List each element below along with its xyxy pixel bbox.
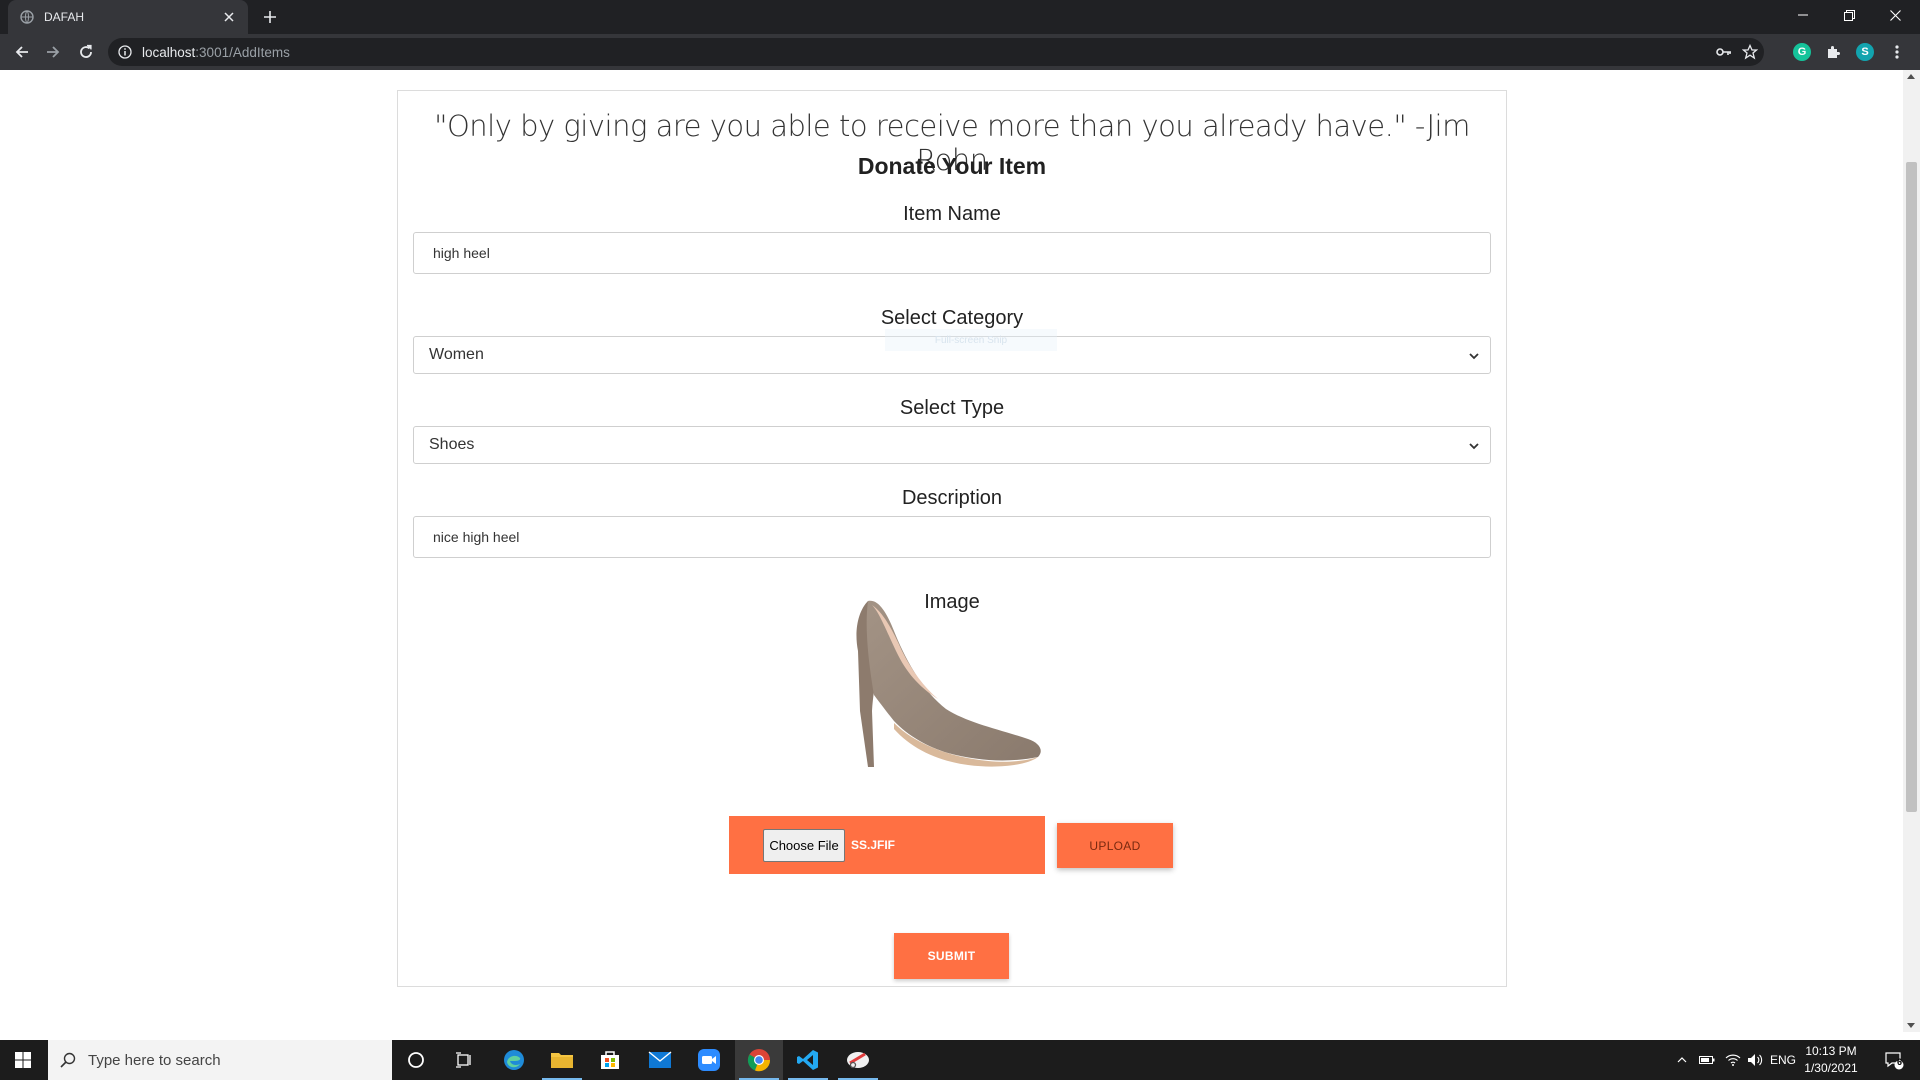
category-selected-value: Women (429, 346, 484, 363)
profile-avatar[interactable]: S (1854, 41, 1876, 63)
wifi-icon[interactable] (1722, 1040, 1744, 1080)
chevron-down-icon (1469, 353, 1479, 360)
notification-center-icon[interactable]: 6 (1874, 1040, 1914, 1080)
taskbar-search-input[interactable]: Type here to search (48, 1040, 392, 1080)
language-indicator[interactable]: ENG (1768, 1040, 1798, 1080)
cortana-icon[interactable] (392, 1040, 440, 1080)
windows-taskbar: Type here to search ENG 10:13 PM 1/30/20… (0, 1040, 1920, 1080)
item-name-input[interactable]: high heel (413, 232, 1491, 274)
page-viewport: "Only by giving are you able to receive … (0, 70, 1920, 1032)
mail-icon[interactable] (636, 1040, 684, 1080)
tab-close-icon[interactable] (220, 8, 238, 26)
page-title: Donate Your Item (857, 153, 1047, 179)
bookmark-star-icon[interactable] (1742, 44, 1758, 60)
url-path: :3001/AddItems (195, 45, 290, 60)
extensions-puzzle-icon[interactable] (1822, 41, 1844, 63)
snip-sketch-icon[interactable] (834, 1040, 882, 1080)
description-input[interactable]: nice high heel (413, 516, 1491, 558)
donate-form-card: "Only by giving are you able to receive … (397, 90, 1507, 987)
tray-chevron-up-icon[interactable] (1672, 1040, 1692, 1080)
scroll-down-icon[interactable] (1907, 1023, 1915, 1028)
page-scrollbar[interactable] (1903, 70, 1920, 1032)
windows-start-icon[interactable] (0, 1040, 46, 1080)
snip-overlay: Full-screen Snip (885, 329, 1057, 351)
address-bar[interactable]: localhost:3001/AddItems (108, 38, 1764, 66)
tab-title: DAFAH (44, 10, 85, 24)
item-name-label: Item Name (903, 203, 1001, 225)
task-view-icon[interactable] (440, 1040, 488, 1080)
minimize-icon[interactable] (1780, 0, 1826, 30)
description-value: nice high heel (433, 529, 520, 545)
browser-toolbar: localhost:3001/AddItems G S (0, 34, 1920, 70)
forward-arrow-icon[interactable] (41, 40, 65, 64)
type-select[interactable]: Shoes (413, 426, 1491, 464)
key-icon[interactable] (1716, 44, 1732, 60)
file-input-panel: Choose File SS.JFIF (729, 816, 1045, 874)
chevron-down-icon (1469, 443, 1479, 450)
upload-button[interactable]: UPLOAD (1057, 823, 1173, 868)
notification-count: 6 (1897, 1057, 1903, 1067)
menu-kebab-icon[interactable] (1886, 41, 1908, 63)
grammarly-icon[interactable]: G (1791, 41, 1813, 63)
search-icon (60, 1052, 76, 1068)
restore-icon[interactable] (1826, 0, 1872, 30)
item-name-value: high heel (433, 245, 490, 261)
clock-date: 1/30/2021 (1804, 1061, 1858, 1075)
microsoft-store-icon[interactable] (586, 1040, 634, 1080)
selected-file-name: SS.JFIF (851, 838, 896, 852)
scroll-up-icon[interactable] (1907, 74, 1915, 79)
scroll-thumb[interactable] (1906, 162, 1917, 812)
url-text: localhost:3001/AddItems (142, 45, 290, 60)
system-clock[interactable]: 10:13 PM 1/30/2021 (1796, 1043, 1866, 1077)
submit-button[interactable]: SUBMIT (894, 933, 1009, 979)
description-label: Description (901, 487, 1003, 509)
globe-icon (20, 10, 34, 24)
grammarly-letter: G (1793, 43, 1811, 61)
item-preview-image (856, 600, 1041, 767)
type-selected-value: Shoes (429, 436, 475, 453)
file-explorer-icon[interactable] (538, 1040, 586, 1080)
type-label: Select Type (899, 397, 1005, 419)
new-tab-icon[interactable] (260, 7, 280, 27)
edge-browser-icon[interactable] (490, 1040, 538, 1080)
vscode-icon[interactable] (784, 1040, 832, 1080)
info-icon[interactable] (118, 45, 132, 59)
close-window-icon[interactable] (1872, 0, 1918, 30)
zoom-icon[interactable] (685, 1040, 733, 1080)
chrome-icon[interactable] (735, 1040, 783, 1080)
browser-tab[interactable]: DAFAH (8, 0, 248, 34)
url-host: localhost (142, 45, 196, 60)
profile-initial: S (1856, 43, 1874, 61)
reload-icon[interactable] (74, 40, 98, 64)
category-label: Select Category (880, 307, 1024, 329)
back-arrow-icon[interactable] (10, 40, 34, 64)
clock-time: 10:13 PM (1805, 1044, 1857, 1058)
browser-tabstrip: DAFAH (0, 0, 1920, 34)
taskbar-search-placeholder: Type here to search (88, 1052, 221, 1069)
choose-file-button[interactable]: Choose File (763, 829, 845, 862)
volume-icon[interactable] (1744, 1040, 1766, 1080)
battery-icon[interactable] (1696, 1040, 1718, 1080)
